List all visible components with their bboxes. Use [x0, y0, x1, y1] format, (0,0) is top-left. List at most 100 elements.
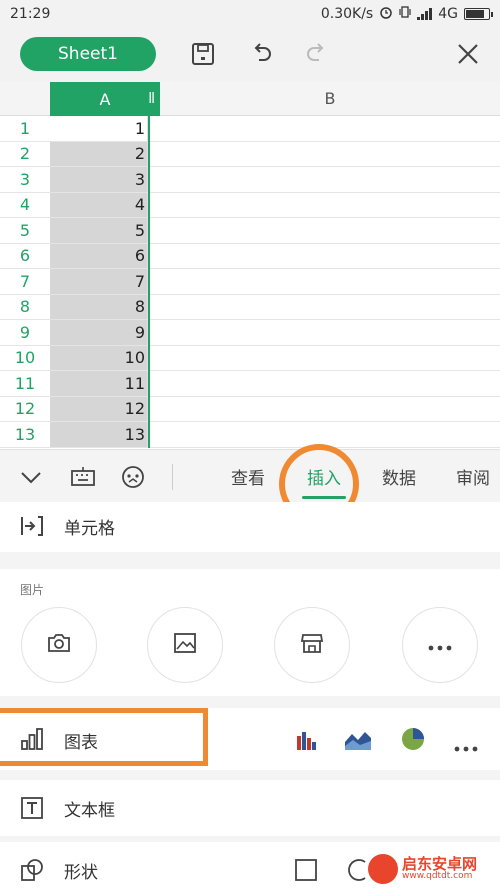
row-number[interactable]: 12 — [0, 397, 50, 422]
image-button[interactable] — [147, 607, 223, 683]
cell-b[interactable] — [160, 218, 500, 243]
cell-b[interactable] — [160, 371, 500, 396]
cell-a[interactable]: 1 — [50, 116, 148, 141]
sheet-tab[interactable]: Sheet1 — [20, 37, 156, 71]
store-button[interactable] — [274, 607, 350, 683]
cell-a[interactable]: 5 — [50, 218, 148, 243]
redo-icon[interactable] — [302, 39, 332, 69]
spreadsheet-grid[interactable]: A ll B 1 1 2 2 3 3 4 4 5 5 6 6 7 7 8 8 9 9 10 10 11 11 12 12 13 1… — [0, 82, 500, 448]
cell-a[interactable]: 4 — [50, 192, 148, 217]
cell-b[interactable] — [160, 116, 500, 141]
ribbon-bar: 查看 插入 数据 审阅 — [0, 449, 500, 502]
undo-icon[interactable] — [246, 39, 276, 69]
table-row[interactable]: 22 — [0, 141, 500, 167]
tab-insert[interactable]: 插入 — [296, 450, 352, 503]
selection-border — [148, 116, 150, 448]
column-resize-handle[interactable]: ll — [148, 91, 155, 107]
square-shape-icon[interactable] — [294, 858, 318, 886]
cell-b[interactable] — [160, 320, 500, 345]
cell-a[interactable]: 10 — [50, 345, 148, 370]
grid-corner[interactable] — [0, 82, 50, 116]
row-number[interactable]: 9 — [0, 320, 50, 345]
cell-b[interactable] — [160, 422, 500, 447]
cell-a[interactable]: 12 — [50, 396, 148, 421]
cell-a[interactable]: 2 — [50, 141, 148, 166]
row-number[interactable]: 1 — [0, 116, 50, 141]
tab-review[interactable]: 审阅 — [456, 450, 500, 503]
insert-chart-label: 图表 — [64, 733, 98, 753]
more-pictures-button[interactable] — [402, 607, 478, 683]
top-toolbar: Sheet1 — [0, 28, 500, 82]
pie-chart-icon[interactable] — [400, 726, 426, 756]
camera-icon — [47, 632, 71, 658]
table-row[interactable]: 55 — [0, 218, 500, 244]
area-chart-icon[interactable] — [344, 728, 372, 756]
image-icon — [173, 632, 197, 658]
battery-icon — [464, 8, 493, 20]
table-row[interactable]: 66 — [0, 243, 500, 269]
insert-panel: 单元格 图片 图表 文本框 形状 — [0, 502, 500, 889]
cell-b[interactable] — [160, 269, 500, 294]
watermark: 启东安卓网 www.qdtdt.com — [368, 852, 477, 886]
table-row[interactable]: 13 13 — [0, 422, 500, 448]
table-row[interactable]: 77 — [0, 269, 500, 295]
insert-textbox-row[interactable]: 文本框 — [0, 780, 500, 836]
alarm-icon — [379, 5, 393, 23]
table-row[interactable]: 88 — [0, 294, 500, 320]
cell-b[interactable] — [160, 193, 500, 218]
watermark-logo-icon — [368, 854, 398, 884]
more-charts-icon[interactable] — [454, 737, 478, 756]
row-number[interactable]: 8 — [0, 295, 50, 320]
save-icon[interactable] — [188, 39, 218, 69]
cell-b[interactable] — [160, 244, 500, 269]
cell-b[interactable] — [160, 295, 500, 320]
cell-b[interactable] — [160, 167, 500, 192]
cell-a[interactable]: 11 — [50, 371, 148, 396]
tab-data[interactable]: 数据 — [372, 450, 426, 503]
cell-a[interactable]: 13 — [50, 422, 148, 447]
table-row[interactable]: 99 — [0, 320, 500, 346]
network-type: 4G — [438, 6, 458, 22]
column-label-b: B — [324, 89, 336, 108]
keyboard-icon[interactable] — [68, 462, 98, 492]
table-row[interactable]: 44 — [0, 192, 500, 218]
close-icon[interactable] — [453, 39, 483, 69]
cell-b[interactable] — [160, 397, 500, 422]
table-row[interactable]: 10 10 — [0, 345, 500, 371]
row-number[interactable]: 11 — [0, 371, 50, 396]
table-row[interactable]: 11 11 — [0, 371, 500, 397]
column-header-a[interactable]: A ll — [50, 82, 160, 116]
row-number[interactable]: 5 — [0, 218, 50, 243]
more-icon — [428, 636, 452, 655]
camera-button[interactable] — [21, 607, 97, 683]
table-row[interactable]: 33 — [0, 167, 500, 193]
assistant-icon[interactable] — [118, 462, 148, 492]
insert-textbox-label: 文本框 — [64, 801, 115, 821]
circle-shape-icon[interactable] — [345, 858, 369, 886]
row-number[interactable]: 7 — [0, 269, 50, 294]
cell-b[interactable] — [160, 346, 500, 371]
row-number[interactable]: 3 — [0, 167, 50, 192]
row-number[interactable]: 2 — [0, 142, 50, 167]
row-number[interactable]: 6 — [0, 244, 50, 269]
column-header-b[interactable]: B — [160, 82, 500, 116]
cell-a[interactable]: 7 — [50, 269, 148, 294]
tab-view[interactable]: 查看 — [222, 450, 274, 503]
insert-cell-row[interactable]: 单元格 — [0, 502, 500, 552]
insert-cell-label: 单元格 — [64, 519, 115, 539]
collapse-icon[interactable] — [16, 462, 46, 492]
table-row[interactable]: 12 12 — [0, 396, 500, 422]
vibrate-icon — [399, 5, 411, 23]
bar-chart-icon[interactable] — [294, 728, 318, 756]
table-row[interactable]: 11 — [0, 116, 500, 142]
cell-a[interactable]: 6 — [50, 243, 148, 268]
row-number[interactable]: 10 — [0, 346, 50, 371]
row-number[interactable]: 4 — [0, 193, 50, 218]
row-number[interactable]: 13 — [0, 422, 50, 447]
cell-a[interactable]: 3 — [50, 167, 148, 192]
cell-b[interactable] — [160, 142, 500, 167]
cell-a[interactable]: 9 — [50, 320, 148, 345]
insert-shape-label: 形状 — [64, 863, 98, 883]
insert-chart-row[interactable]: 图表 — [0, 708, 500, 770]
cell-a[interactable]: 8 — [50, 294, 148, 319]
